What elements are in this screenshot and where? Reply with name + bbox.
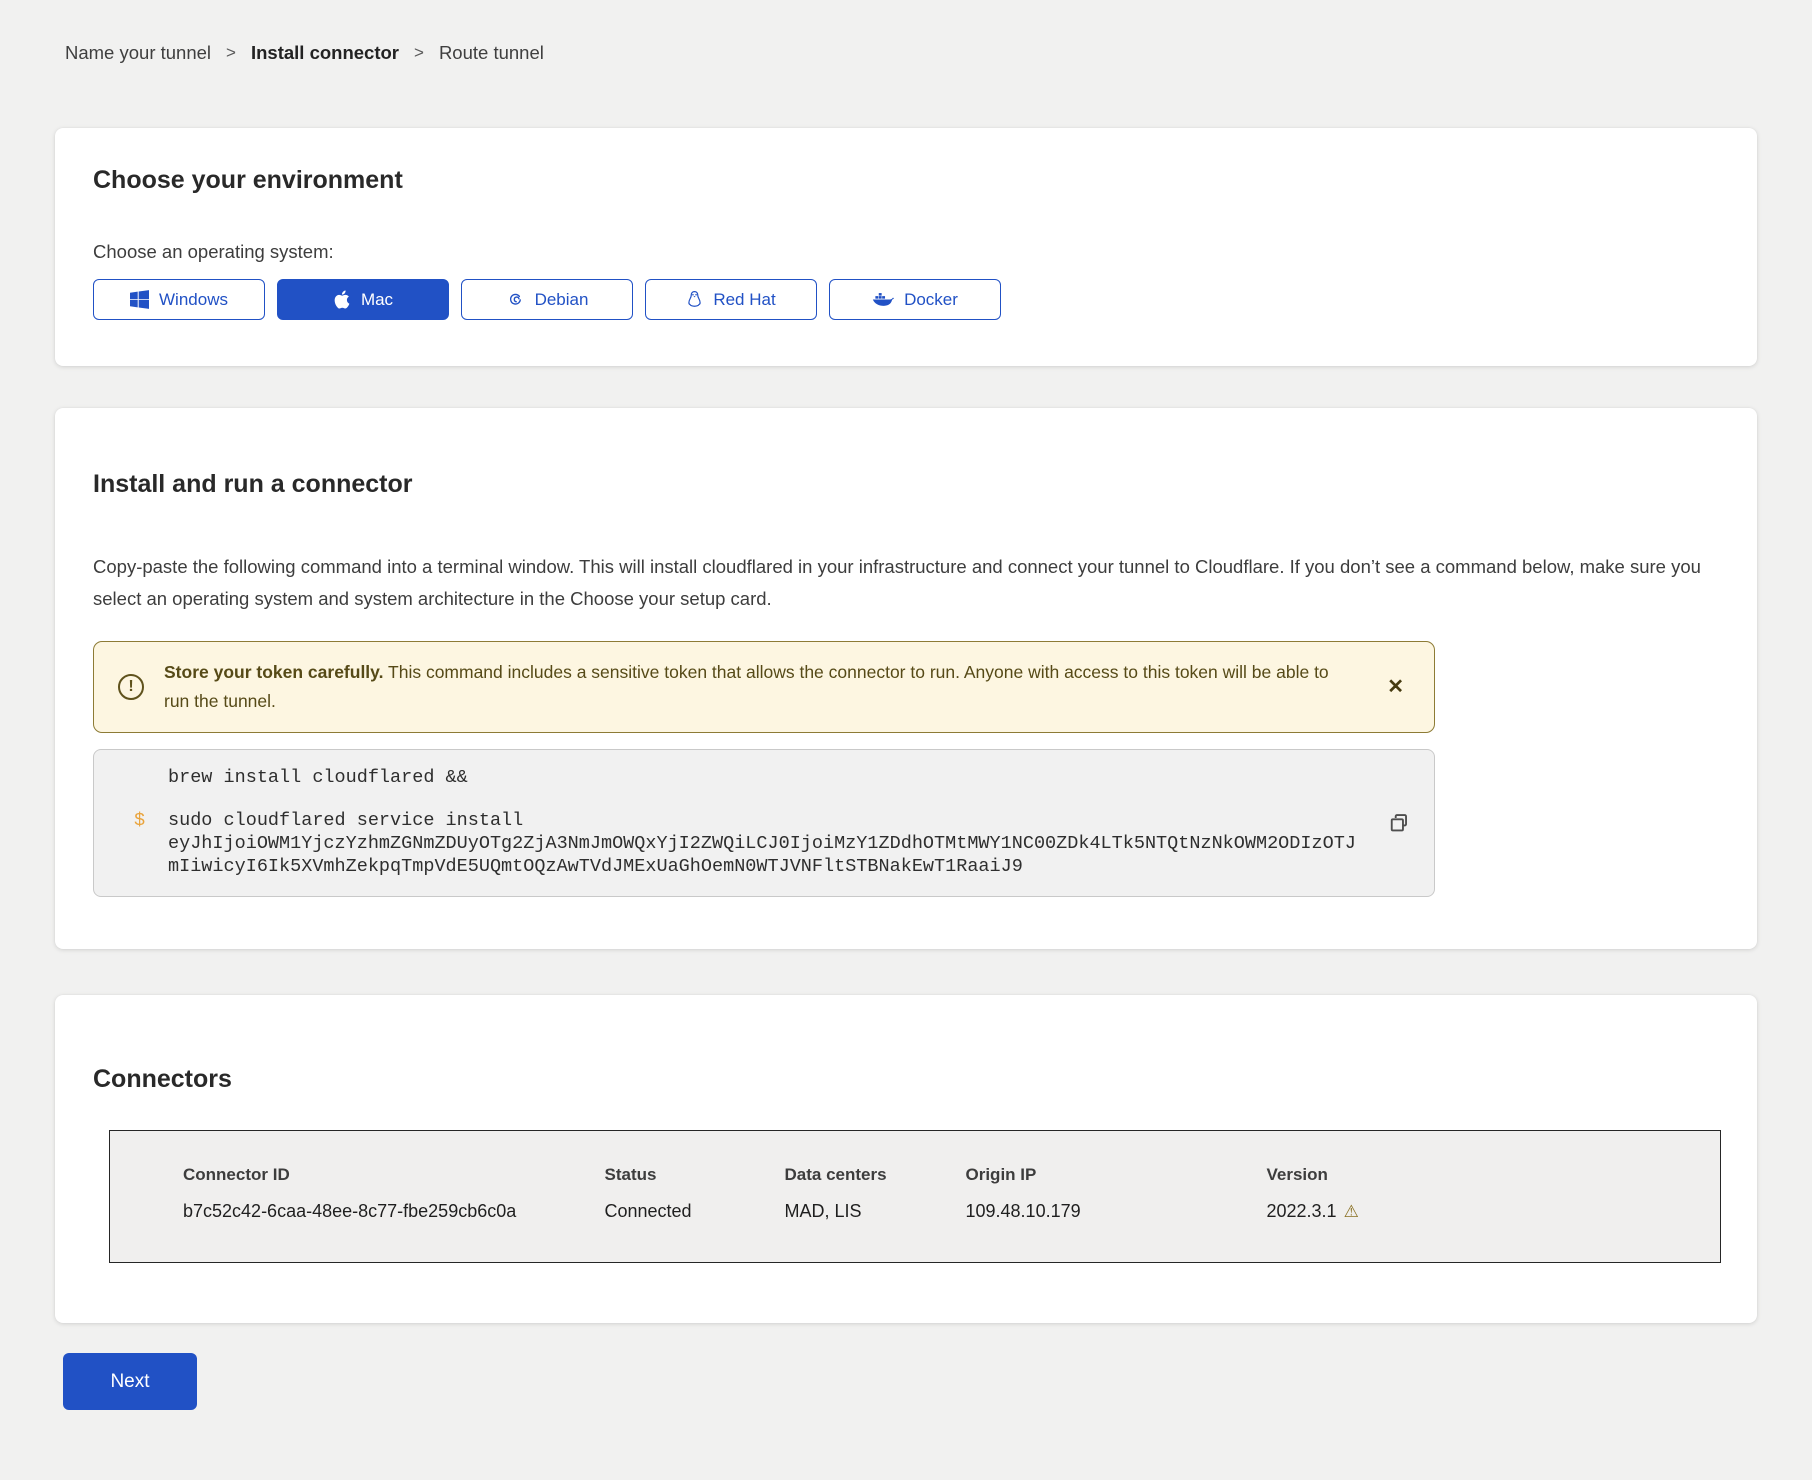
cell-connector-id: b7c52c42-6caa-48ee-8c77-fbe259cb6c0a [110, 1191, 605, 1263]
close-icon: ✕ [1387, 676, 1404, 698]
os-button-label: Docker [904, 290, 958, 310]
os-button-row: Windows Mac Debian [93, 279, 1719, 320]
os-button-windows[interactable]: Windows [93, 279, 265, 320]
alert-exclamation-icon: ! [118, 674, 144, 700]
header-data-centers: Data centers [785, 1131, 966, 1192]
os-button-docker[interactable]: Docker [829, 279, 1001, 320]
breadcrumb-step-name-your-tunnel[interactable]: Name your tunnel [65, 42, 211, 64]
breadcrumb-step-route-tunnel[interactable]: Route tunnel [439, 42, 544, 64]
connectors-card: Connectors Connector ID Status Data cent… [55, 995, 1757, 1323]
code-line-sudo: $ sudo cloudflared service install eyJhI… [134, 809, 1364, 878]
debian-swirl-icon [506, 290, 525, 309]
sudo-command-text: sudo cloudflared service install [168, 810, 523, 831]
shell-prompt: $ [134, 809, 168, 878]
os-button-label: Mac [361, 290, 393, 310]
linux-penguin-icon [686, 290, 703, 310]
connectors-card-title: Connectors [93, 1065, 1719, 1094]
breadcrumb-step-install-connector[interactable]: Install connector [251, 42, 399, 64]
os-button-redhat[interactable]: Red Hat [645, 279, 817, 320]
cell-data-centers: MAD, LIS [785, 1191, 966, 1263]
windows-logo-icon [130, 290, 149, 309]
cell-status: Connected [605, 1191, 785, 1263]
install-connector-card: Install and run a connector Copy-paste t… [55, 408, 1757, 949]
sudo-command: sudo cloudflared service install eyJhIjo… [168, 809, 1364, 878]
code-line-brew: brew install cloudflared && [134, 766, 1364, 789]
copy-command-button[interactable] [1388, 812, 1410, 834]
alert-close-button[interactable]: ✕ [1379, 673, 1412, 701]
header-status: Status [605, 1131, 785, 1192]
environment-card-title: Choose your environment [93, 166, 1719, 195]
install-card-title: Install and run a connector [93, 470, 1719, 499]
copy-icon [1388, 822, 1410, 837]
breadcrumb-separator: > [226, 43, 236, 63]
connector-table-row: b7c52c42-6caa-48ee-8c77-fbe259cb6c0a Con… [110, 1191, 1721, 1263]
install-command-code-block: brew install cloudflared && $ sudo cloud… [93, 749, 1435, 897]
token-warning-alert: ! Store your token carefully. This comma… [93, 641, 1435, 733]
os-prompt-label: Choose an operating system: [93, 241, 1719, 263]
header-version: Version [1267, 1131, 1721, 1192]
header-connector-id: Connector ID [110, 1131, 605, 1192]
next-button[interactable]: Next [63, 1353, 197, 1410]
os-button-mac[interactable]: Mac [277, 279, 449, 320]
cell-origin-ip: 109.48.10.179 [966, 1191, 1267, 1263]
alert-text: Store your token carefully. This command… [164, 658, 1379, 716]
version-warning-icon: ⚠ [1344, 1202, 1359, 1222]
os-button-debian[interactable]: Debian [461, 279, 633, 320]
apple-logo-icon [333, 289, 351, 310]
alert-title: Store your token carefully. [164, 662, 383, 682]
connectors-table-header-row: Connector ID Status Data centers Origin … [110, 1131, 1721, 1192]
version-value: 2022.3.1 [1267, 1201, 1337, 1221]
install-card-description: Copy-paste the following command into a … [93, 551, 1713, 615]
tunnel-token: eyJhIjoiOWM1YjczYzhmZGNmZDUyOTg2ZjA3NmJm… [168, 832, 1364, 878]
breadcrumb-separator: > [414, 43, 424, 63]
connectors-table: Connector ID Status Data centers Origin … [109, 1130, 1721, 1263]
brew-command: brew install cloudflared && [168, 766, 1364, 789]
page-content: Name your tunnel > Install connector > R… [0, 0, 1812, 1410]
header-origin-ip: Origin IP [966, 1131, 1267, 1192]
os-button-label: Red Hat [713, 290, 775, 310]
cell-version: 2022.3.1 ⚠ [1267, 1191, 1721, 1263]
choose-environment-card: Choose your environment Choose an operat… [55, 128, 1757, 366]
os-button-label: Windows [159, 290, 228, 310]
docker-whale-icon [872, 291, 894, 308]
code-gutter [134, 766, 168, 789]
breadcrumb: Name your tunnel > Install connector > R… [65, 42, 1757, 64]
os-button-label: Debian [535, 290, 589, 310]
